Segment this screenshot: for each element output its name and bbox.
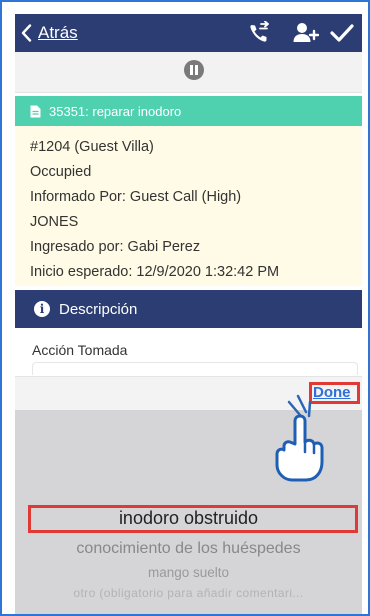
action-taken-label: Acción Tomada xyxy=(32,342,128,358)
action-taken-field[interactable] xyxy=(32,362,358,375)
picker-option[interactable]: mango suelto xyxy=(15,565,362,580)
room-line: #1204 (Guest Villa) xyxy=(30,139,154,155)
tap-hand-icon xyxy=(262,392,330,484)
checkmark-icon[interactable] xyxy=(329,21,355,45)
phone-forward-icon[interactable] xyxy=(247,21,273,45)
back-label: Atrás xyxy=(38,23,78,42)
task-title: 35351: reparar inodoro xyxy=(49,103,182,119)
back-button[interactable]: Atrás xyxy=(21,20,78,46)
pause-icon[interactable] xyxy=(184,60,204,80)
entered-by-line: Ingresado por: Gabi Perez xyxy=(30,239,201,255)
guest-name-line: JONES xyxy=(30,214,79,230)
screen: Atrás 35351: reparar inodoro #1204 (Gues… xyxy=(0,0,370,616)
description-header[interactable]: i Descripción xyxy=(15,290,362,328)
expected-start-line: Inicio esperado: 12/9/2020 1:32:42 PM xyxy=(30,264,280,280)
status-line: Occupied xyxy=(30,164,92,180)
selection-highlight-box xyxy=(28,505,358,533)
description-label: Descripción xyxy=(59,300,138,318)
task-title-bar: 35351: reparar inodoro xyxy=(15,96,362,126)
info-icon: i xyxy=(34,301,50,317)
chevron-left-icon xyxy=(21,24,32,42)
reported-by-line: Informado Por: Guest Call (High) xyxy=(30,189,242,205)
add-user-icon[interactable] xyxy=(293,21,319,45)
picker-option[interactable]: otro (obligatorio para añadir comentari.… xyxy=(15,586,362,600)
navigation-bar: Atrás xyxy=(15,14,362,52)
picker-option[interactable]: conocimiento de los huéspedes xyxy=(15,540,362,558)
document-icon xyxy=(30,105,41,117)
pause-bar xyxy=(15,52,362,93)
task-info-panel: #1204 (Guest Villa) Occupied Informado P… xyxy=(15,126,362,286)
